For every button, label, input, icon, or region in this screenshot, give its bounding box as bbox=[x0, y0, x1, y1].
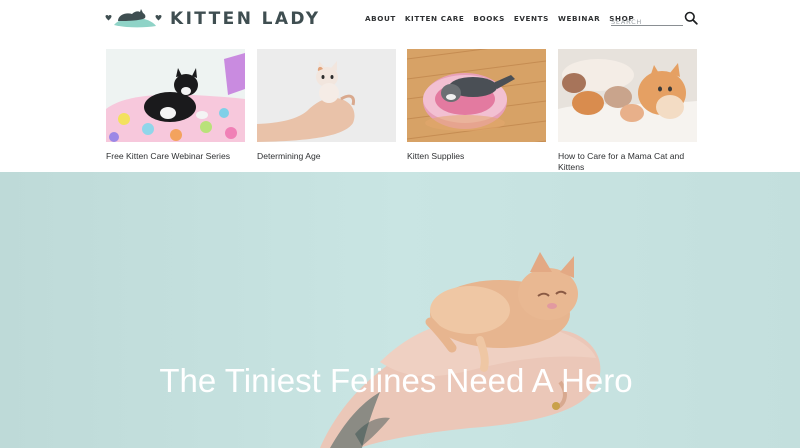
nav-events[interactable]: EVENTS bbox=[514, 14, 549, 23]
featured-articles: Free Kitten Care Webinar Series Determin… bbox=[106, 49, 697, 173]
kitten-on-donut-bed-image bbox=[407, 49, 546, 142]
hero-title: The Tiniest Felines Need A Hero bbox=[159, 362, 633, 399]
hand-holding-kitten-image bbox=[257, 49, 396, 142]
brand-name: KITTEN LADY bbox=[170, 9, 321, 29]
search-icon[interactable] bbox=[684, 11, 698, 25]
cat-logo-icon bbox=[105, 9, 162, 28]
article-card-webinar[interactable]: Free Kitten Care Webinar Series bbox=[106, 49, 245, 162]
kitten-on-mat-image bbox=[106, 49, 245, 142]
site-header: KITTEN LADY ABOUT KITTEN CARE BOOKS EVEN… bbox=[0, 0, 800, 40]
main-nav: ABOUT KITTEN CARE BOOKS EVENTS WEBINAR S… bbox=[365, 14, 634, 23]
nav-kitten-care[interactable]: KITTEN CARE bbox=[405, 14, 465, 23]
nav-books[interactable]: BOOKS bbox=[473, 14, 504, 23]
card-caption: How to Care for a Mama Cat and Kittens bbox=[558, 151, 685, 172]
card-caption: Kitten Supplies bbox=[407, 151, 465, 161]
hero-banner: The Tiniest Felines Need A Hero bbox=[0, 172, 800, 448]
nav-about[interactable]: ABOUT bbox=[365, 14, 396, 23]
article-card-determining-age[interactable]: Determining Age bbox=[257, 49, 396, 162]
search-field bbox=[611, 11, 683, 29]
nav-webinar[interactable]: WEBINAR bbox=[558, 14, 600, 23]
article-card-mama-cat[interactable]: How to Care for a Mama Cat and Kittens bbox=[558, 49, 697, 173]
logo[interactable]: KITTEN LADY bbox=[104, 6, 320, 32]
mama-cat-with-kittens-image bbox=[558, 49, 697, 142]
card-caption: Determining Age bbox=[257, 151, 321, 161]
card-caption: Free Kitten Care Webinar Series bbox=[106, 151, 231, 161]
article-card-kitten-supplies[interactable]: Kitten Supplies bbox=[407, 49, 546, 162]
hero-kitten-in-hands-image bbox=[0, 172, 800, 448]
search-input[interactable] bbox=[611, 15, 683, 29]
